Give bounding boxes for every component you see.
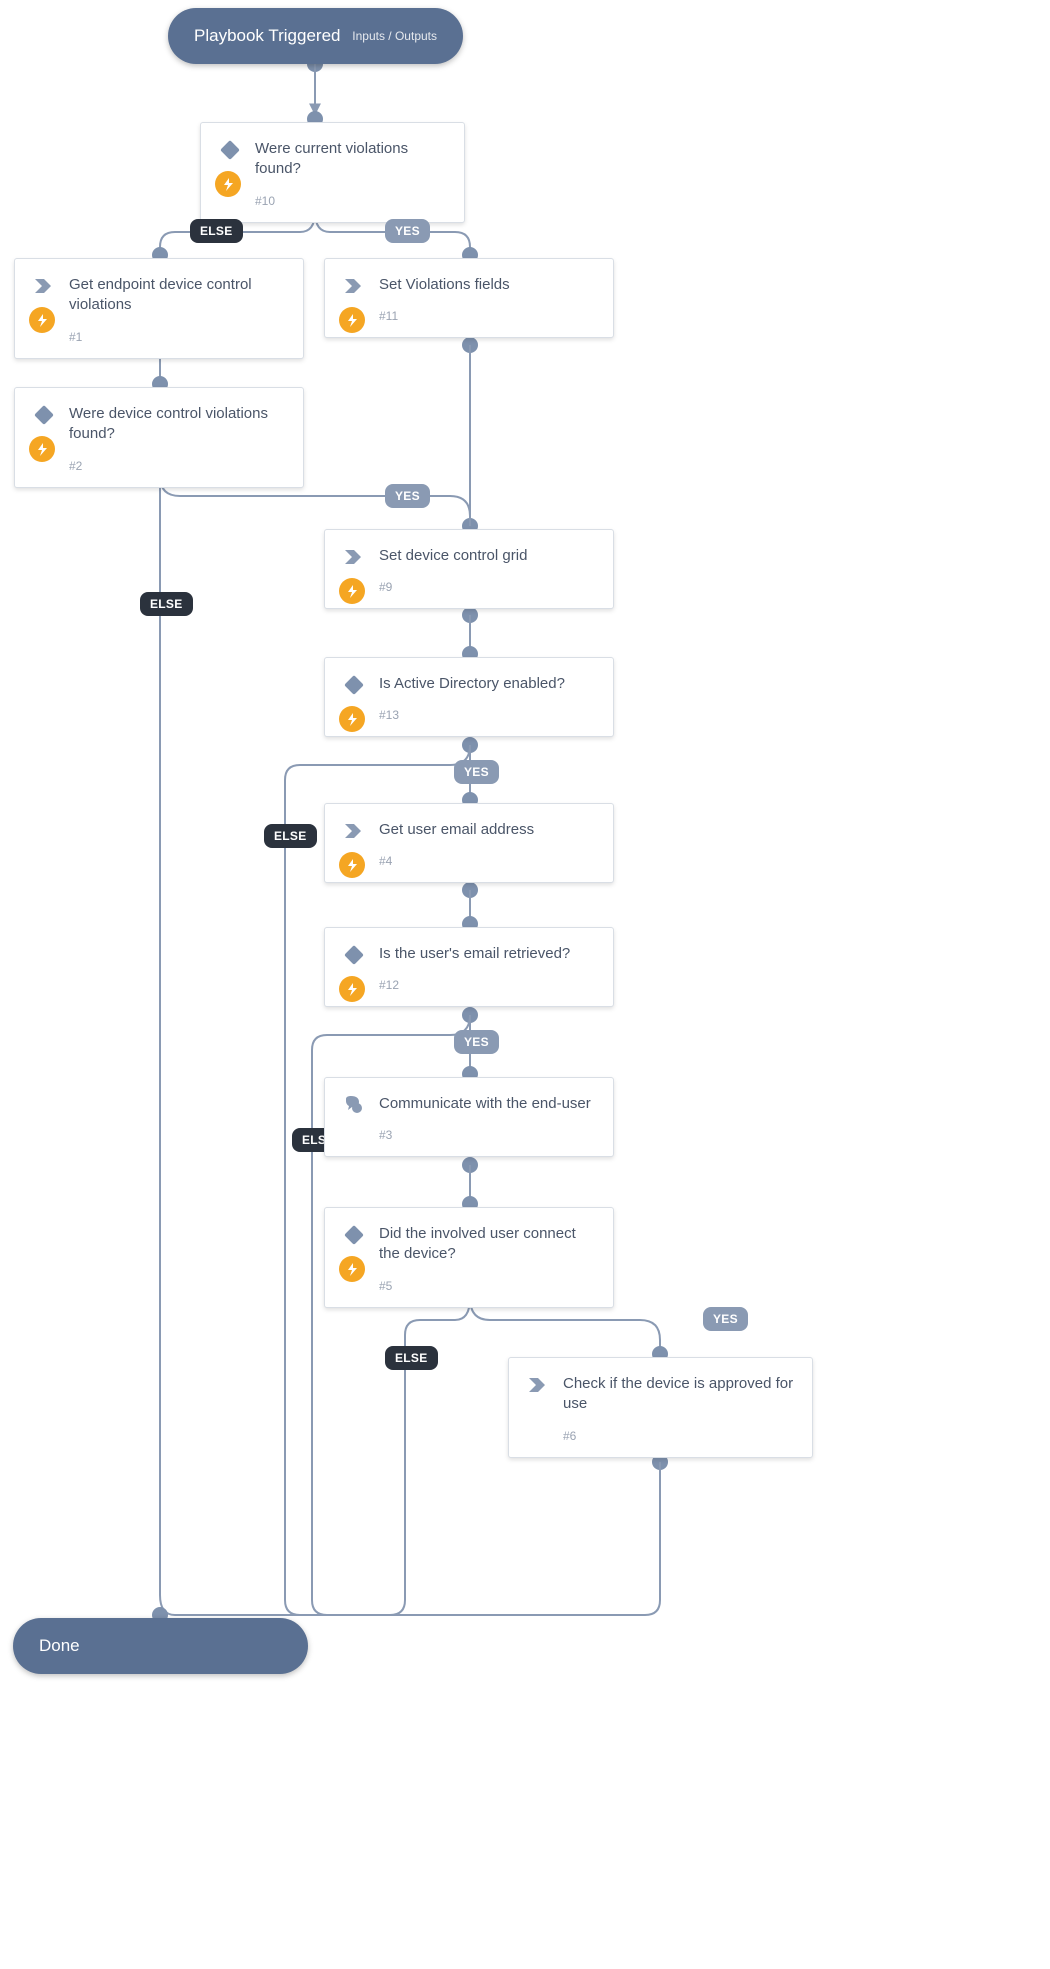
bolt-icon [215,171,241,197]
diamond-icon [343,1224,365,1246]
node-title: Communicate with the end-user [379,1094,595,1114]
playbook-canvas: Playbook Triggered Inputs / Outputs Were… [0,0,1050,1969]
bolt-icon [339,852,365,878]
branch-yes-label: YES [454,1030,499,1054]
node-check-device-approved[interactable]: Check if the device is approved for use … [508,1357,813,1458]
node-communicate-with-end-user[interactable]: Communicate with the end-user #3 [324,1077,614,1157]
bolt-icon [339,578,365,604]
bolt-icon [29,436,55,462]
node-title: Were current violations found? [255,139,446,180]
node-number: #9 [379,580,595,594]
chevron-icon [343,820,365,842]
node-title: Get user email address [379,820,595,840]
branch-yes-label: YES [703,1307,748,1331]
diamond-icon [219,139,241,161]
node-set-device-control-grid[interactable]: Set device control grid #9 [324,529,614,609]
trigger-io-link[interactable]: Inputs / Outputs [352,29,437,43]
node-title: Is Active Directory enabled? [379,674,595,694]
node-is-users-email-retrieved[interactable]: Is the user's email retrieved? #12 [324,927,614,1007]
node-were-current-violations-found[interactable]: Were current violations found? #10 [200,122,465,223]
node-is-active-directory-enabled[interactable]: Is Active Directory enabled? #13 [324,657,614,737]
node-number: #1 [69,330,285,344]
branch-else-label: ELSE [140,592,193,616]
branch-else-label: ELSE [190,219,243,243]
node-set-violations-fields[interactable]: Set Violations fields #11 [324,258,614,338]
node-title: Set Violations fields [379,275,595,295]
node-title: Were device control violations found? [69,404,285,445]
chevron-icon [343,275,365,297]
node-number: #6 [563,1429,794,1443]
node-get-endpoint-device-control-violations[interactable]: Get endpoint device control violations #… [14,258,304,359]
node-title: Check if the device is approved for use [563,1374,794,1415]
branch-yes-label: YES [454,760,499,784]
bolt-icon [339,1256,365,1282]
node-number: #10 [255,194,446,208]
chevron-icon [33,275,55,297]
node-number: #13 [379,708,595,722]
diamond-icon [33,404,55,426]
node-number: #2 [69,459,285,473]
node-title: Set device control grid [379,546,595,566]
node-number: #12 [379,978,595,992]
bolt-icon [339,307,365,333]
node-number: #3 [379,1128,595,1142]
branch-yes-label: YES [385,484,430,508]
bolt-icon [339,706,365,732]
branch-else-label: ELSE [264,824,317,848]
node-number: #5 [379,1279,595,1293]
branch-yes-label: YES [385,219,430,243]
chevron-icon [527,1374,549,1396]
chevron-icon [343,546,365,568]
diamond-icon [343,944,365,966]
bolt-icon [29,307,55,333]
node-number: #4 [379,854,595,868]
done-title: Done [39,1636,80,1656]
node-title: Did the involved user connect the device… [379,1224,595,1265]
bolt-icon [339,976,365,1002]
diamond-icon [343,674,365,696]
node-did-user-connect-device[interactable]: Did the involved user connect the device… [324,1207,614,1308]
chat-icon [343,1094,365,1116]
trigger-title: Playbook Triggered [194,26,340,46]
branch-else-label: ELSE [385,1346,438,1370]
node-get-user-email-address[interactable]: Get user email address #4 [324,803,614,883]
playbook-done[interactable]: Done [13,1618,308,1674]
node-were-device-control-violations-found[interactable]: Were device control violations found? #2 [14,387,304,488]
node-title: Is the user's email retrieved? [379,944,595,964]
node-title: Get endpoint device control violations [69,275,285,316]
playbook-trigger[interactable]: Playbook Triggered Inputs / Outputs [168,8,463,64]
node-number: #11 [379,309,595,323]
